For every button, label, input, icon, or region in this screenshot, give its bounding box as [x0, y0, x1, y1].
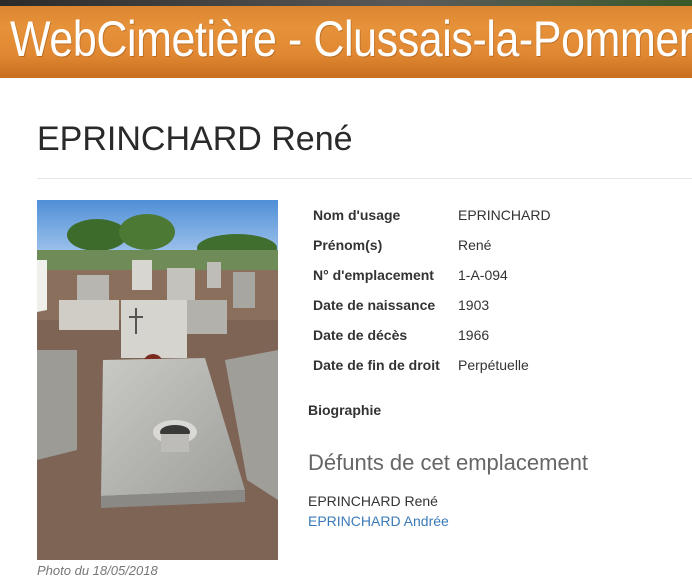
detail-row-death-date: Date de décès 1966 — [313, 320, 551, 350]
detail-label: Date de décès — [313, 327, 408, 343]
detail-row-usage-name: Nom d'usage EPRINCHARD — [313, 200, 551, 230]
deceased-list: EPRINCHARD René EPRINCHARD Andrée — [308, 491, 449, 531]
deceased-name-link[interactable]: EPRINCHARD Andrée — [308, 513, 449, 529]
deceased-section-heading: Défunts de cet emplacement — [308, 450, 589, 475]
site-banner: WebCimetière - Clussais-la-Pommeraie — [0, 0, 692, 78]
detail-value: René — [458, 237, 492, 253]
list-item: EPRINCHARD René — [308, 491, 449, 511]
detail-row-plot-number: N° d'emplacement 1-A-094 — [313, 260, 551, 290]
detail-value: 1903 — [458, 297, 490, 313]
grave-photo-image — [37, 200, 278, 560]
list-item: EPRINCHARD Andrée — [308, 511, 449, 531]
grave-photo[interactable] — [37, 200, 278, 560]
detail-row-birth-date: Date de naissance 1903 — [313, 290, 551, 320]
detail-value: 1966 — [458, 327, 490, 343]
page-title: EPRINCHARD René — [37, 120, 353, 158]
burial-details-table: Nom d'usage EPRINCHARD Prénom(s) René N°… — [313, 200, 551, 380]
biography-label: Biographie — [308, 402, 382, 418]
detail-value: Perpétuelle — [458, 357, 529, 373]
detail-label: Date de fin de droit — [313, 357, 440, 373]
title-divider — [37, 178, 692, 179]
detail-row-first-names: Prénom(s) René — [313, 230, 551, 260]
detail-label: Nom d'usage — [313, 207, 401, 223]
detail-label: Date de naissance — [313, 297, 436, 313]
detail-value: 1-A-094 — [458, 267, 508, 283]
photo-caption: Photo du 18/05/2018 — [37, 563, 158, 578]
site-title[interactable]: WebCimetière - Clussais-la-Pommeraie — [10, 10, 692, 68]
deceased-name-current: EPRINCHARD René — [308, 493, 438, 509]
detail-row-right-end-date: Date de fin de droit Perpétuelle — [313, 350, 551, 380]
detail-value: EPRINCHARD — [458, 207, 551, 223]
detail-label: Prénom(s) — [313, 237, 383, 253]
detail-label: N° d'emplacement — [313, 267, 434, 283]
